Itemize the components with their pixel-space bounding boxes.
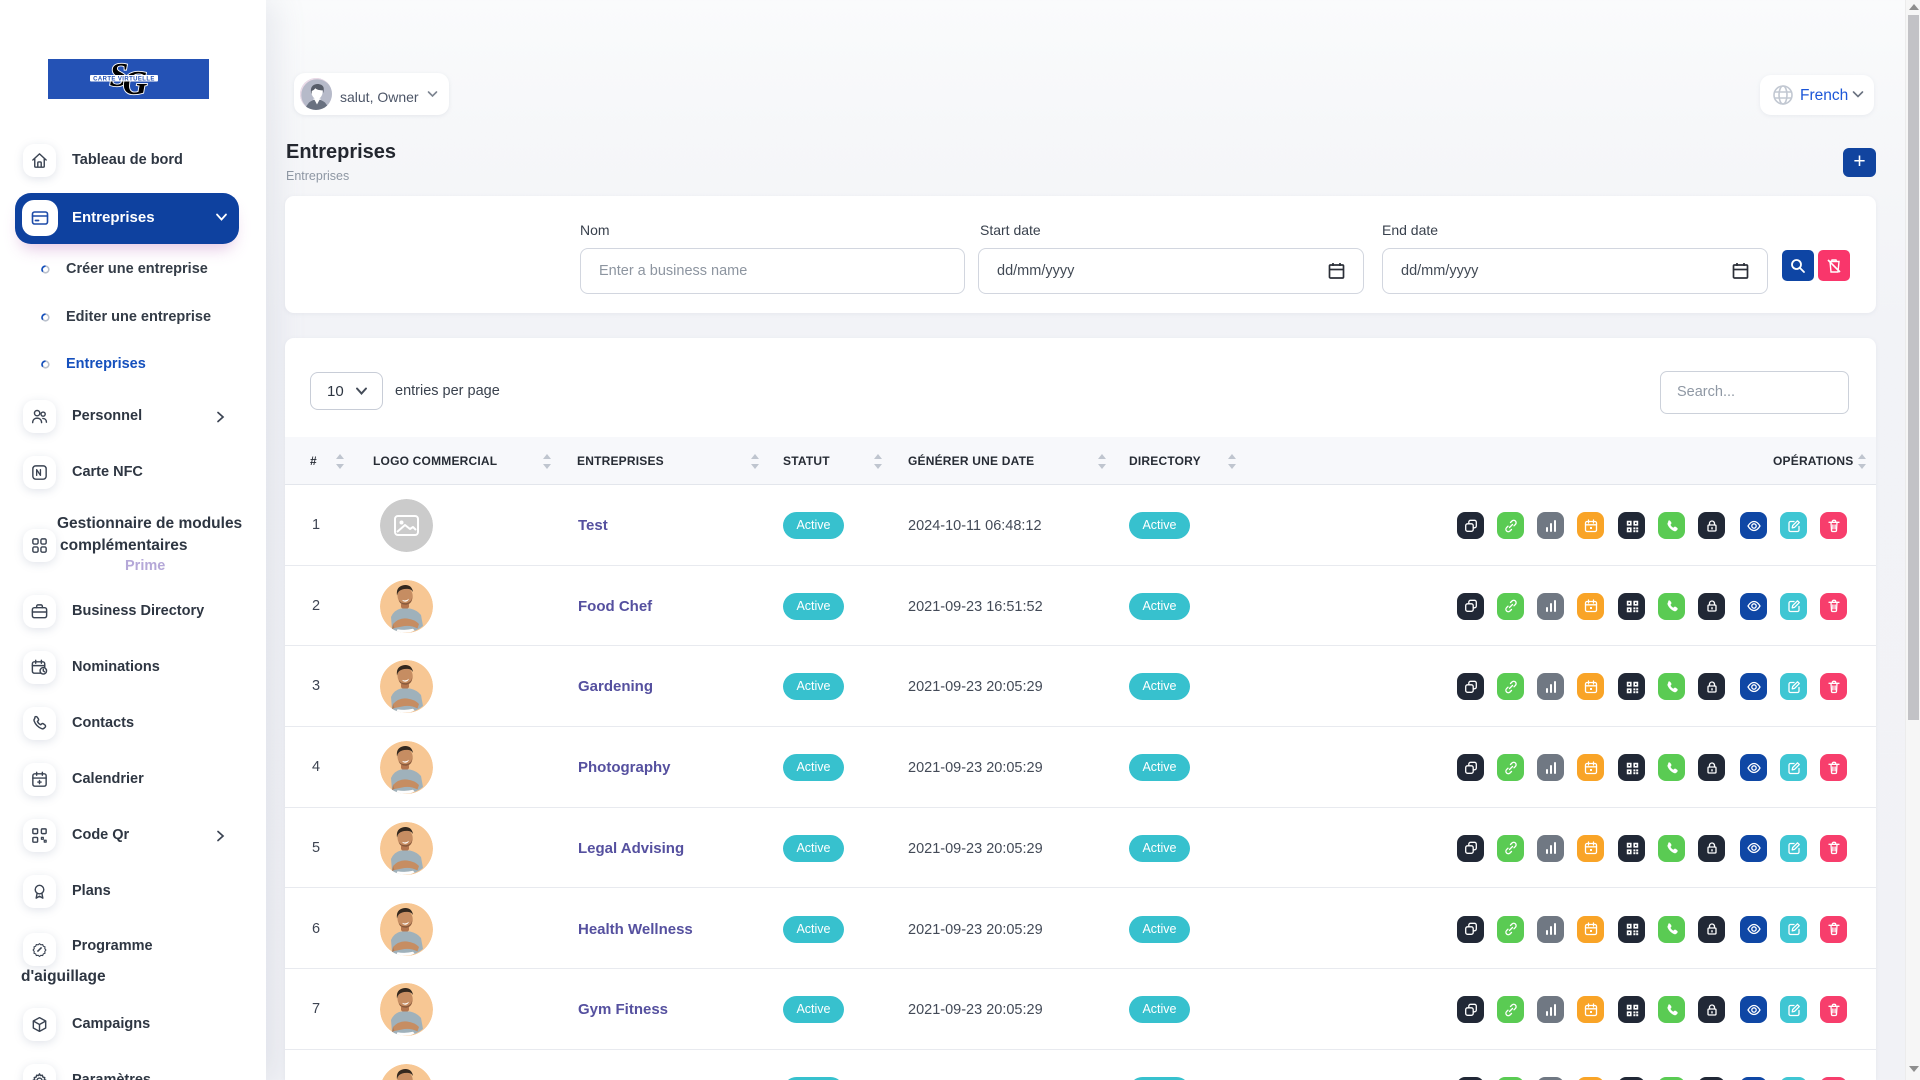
svg-text:CARTE VIRTUELLE: CARTE VIRTUELLE bbox=[93, 77, 155, 83]
